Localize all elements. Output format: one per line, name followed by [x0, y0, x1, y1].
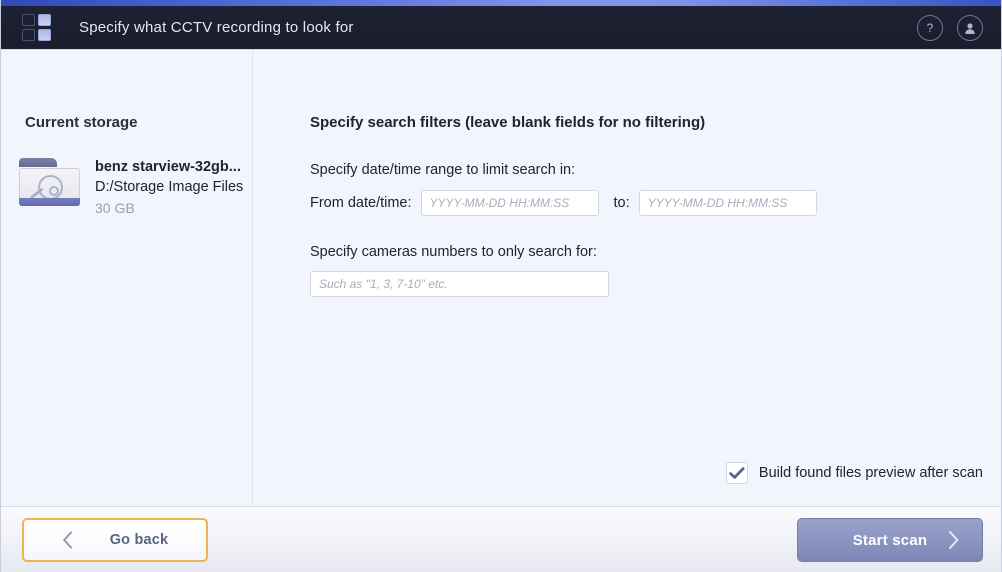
app-grid-logo-icon [22, 13, 52, 42]
storage-path: D:/Storage Image Files [95, 179, 244, 195]
footer-bar: Go back Start scan [1, 506, 1001, 572]
storage-details: benz starview-32gb... D:/Storage Image F… [95, 155, 243, 219]
from-datetime-label: From date/time: [310, 195, 412, 211]
cameras-filter-group: Specify cameras numbers to only search f… [310, 244, 1001, 297]
cameras-group-label: Specify cameras numbers to only search f… [310, 244, 597, 260]
go-back-button[interactable]: Go back [22, 518, 208, 562]
build-preview-label: Build found files preview after scan [758, 465, 983, 481]
to-datetime-input[interactable] [638, 190, 817, 216]
to-datetime-label: to: [613, 195, 630, 211]
section-heading: Specify search filters (leave blank fiel… [310, 114, 706, 131]
content-area: Current storage benz starview-32gb... D:… [1, 50, 1001, 506]
svg-text:?: ? [927, 21, 934, 35]
start-scan-button[interactable]: Start scan [797, 518, 983, 562]
application-window: Specify what CCTV recording to look for … [0, 0, 1002, 572]
checkmark-icon [729, 466, 745, 479]
user-avatar-icon[interactable] [957, 15, 983, 41]
help-icon[interactable]: ? [917, 15, 943, 41]
sidebar-heading: Current storage [25, 114, 138, 131]
build-preview-checkbox-row[interactable]: Build found files preview after scan [725, 462, 983, 484]
storage-item[interactable]: benz starview-32gb... D:/Storage Image F… [17, 155, 252, 219]
cameras-numbers-input[interactable] [310, 271, 609, 297]
title-bar: Specify what CCTV recording to look for … [1, 6, 1001, 50]
from-datetime-input[interactable] [420, 190, 599, 216]
datetime-group-label: Specify date/time range to limit search … [310, 162, 576, 178]
folder-disk-icon [17, 155, 82, 210]
start-scan-label: Start scan [852, 531, 928, 549]
datetime-range-row: From date/time: to: [310, 190, 1001, 216]
header-actions: ? [917, 6, 983, 50]
build-preview-checkbox[interactable] [725, 462, 748, 484]
page-title: Specify what CCTV recording to look for [79, 19, 354, 36]
go-back-label: Go back [109, 532, 169, 548]
chevron-right-icon [949, 531, 959, 549]
storage-name: benz starview-32gb... [95, 159, 241, 175]
main-panel: Specify search filters (leave blank fiel… [253, 50, 1001, 506]
datetime-filter-group: Specify date/time range to limit search … [310, 162, 1001, 216]
sidebar: Current storage benz starview-32gb... D:… [1, 50, 253, 506]
chevron-left-icon [62, 531, 72, 549]
storage-size: 30 GB [95, 200, 135, 216]
